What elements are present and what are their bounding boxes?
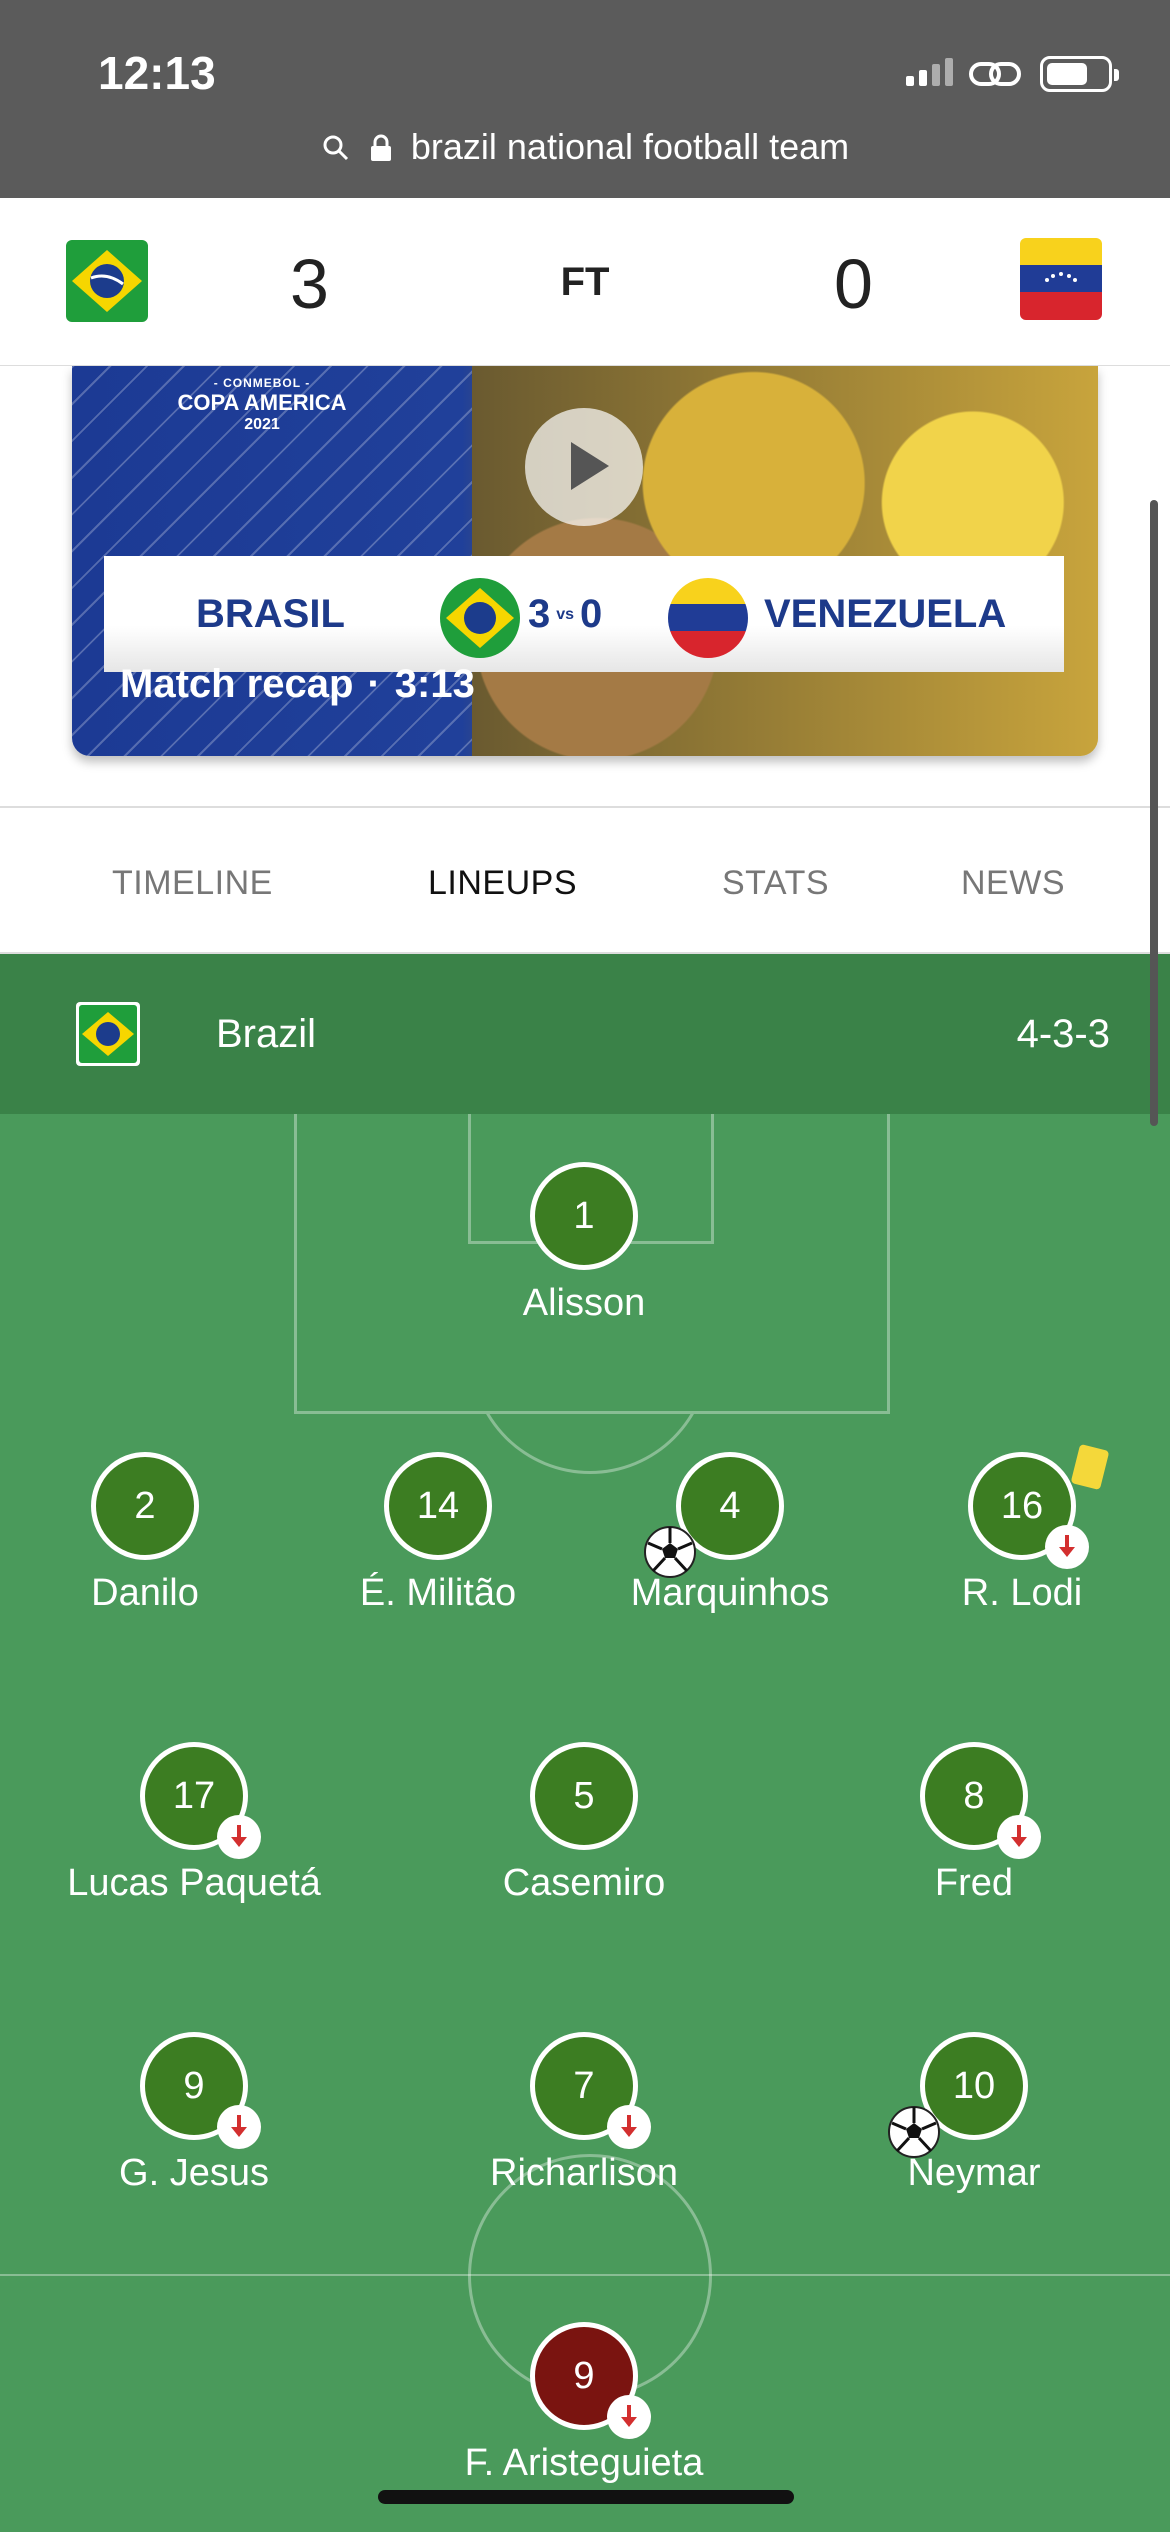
player-number: 8: [920, 1742, 1041, 1859]
player-number: 16: [968, 1443, 1110, 1569]
player-number: 5: [530, 1742, 638, 1850]
player-number: 9: [140, 2032, 261, 2149]
substitution-out-icon: [1045, 1525, 1089, 1569]
substitution-out-icon: [217, 2105, 261, 2149]
player-name: Alisson: [522, 1282, 646, 1324]
tab-stats[interactable]: STATS: [722, 864, 829, 903]
player-number: 14: [384, 1452, 492, 1560]
player-number: 7: [530, 2032, 651, 2149]
goal-ball-icon: [644, 1526, 696, 1578]
player-number: 9: [530, 2322, 651, 2439]
match-recap-video[interactable]: - CONMEBOL - COPA AMERICA 2021 BRASIL 3v…: [72, 366, 1098, 756]
tab-lineups[interactable]: LINEUPS: [428, 864, 577, 903]
venezuela-flag-icon[interactable]: [1020, 238, 1102, 320]
home-indicator[interactable]: [378, 2490, 794, 2504]
play-icon[interactable]: [525, 408, 643, 526]
banner-venezuela-flag-icon: [668, 578, 748, 658]
player-defender[interactable]: 16 R. Lodi: [832, 1443, 1170, 1615]
video-duration: 3:13: [394, 662, 475, 706]
substitution-out-icon: [607, 2105, 651, 2149]
banner-brazil-flag-icon: [440, 578, 520, 658]
video-section: - CONMEBOL - COPA AMERICA 2021 BRASIL 3v…: [0, 366, 1170, 806]
player-number: 10: [888, 2032, 1028, 2158]
player-number: 4: [644, 1452, 784, 1578]
banner-score: 3 vs 0: [528, 592, 603, 636]
browser-top-bar: 12:13 brazil national football team: [0, 0, 1170, 198]
lineup-pitch: 1 Alisson 2 Danilo 14 É. Militão 4 Marqu…: [0, 1114, 1170, 2532]
score-header: 3 FT 0: [0, 198, 1170, 366]
player-forward[interactable]: 7 Richarlison: [394, 2032, 774, 2195]
status-time: 12:13: [98, 47, 216, 99]
player-number: 2: [91, 1452, 199, 1560]
player-name: F. Aristeguieta: [464, 2442, 704, 2484]
lock-icon: [370, 134, 391, 161]
player-name: Fred: [934, 1862, 1014, 1904]
tab-timeline[interactable]: TIMELINE: [112, 864, 273, 903]
match-tabs: TIMELINE LINEUPS STATS NEWS: [0, 806, 1170, 954]
url-text: brazil national football team: [410, 126, 850, 167]
copa-america-logo: - CONMEBOL - COPA AMERICA 2021: [177, 376, 347, 433]
player-name: Richarlison: [490, 2152, 678, 2194]
player-number: 17: [140, 1742, 261, 1859]
link-icon: [969, 62, 1021, 86]
battery-icon: [1040, 56, 1119, 92]
player-name: Neymar: [907, 2152, 1041, 2194]
player-number: 1: [530, 1162, 638, 1270]
video-caption: Match recap · 3:13: [120, 662, 475, 706]
player-forward[interactable]: 10 Neymar: [784, 2032, 1164, 2195]
player-midfielder[interactable]: 8 Fred: [784, 1742, 1164, 1905]
score-banner: BRASIL 3 vs 0 VENEZUELA: [104, 556, 1064, 672]
team-formation: 4-3-3: [1016, 1012, 1110, 1056]
substitution-out-icon: [217, 1815, 261, 1859]
scrollbar[interactable]: [1150, 500, 1158, 1126]
address-bar[interactable]: brazil national football team: [0, 126, 1170, 168]
yellow-card-icon: [1070, 1443, 1110, 1491]
player-name: R. Lodi: [961, 1572, 1083, 1614]
banner-away-team: VENEZUELA: [764, 592, 1007, 636]
signal-icon: [906, 58, 953, 86]
goal-ball-icon: [888, 2106, 940, 2158]
player-name: Lucas Paquetá: [67, 1862, 321, 1904]
player-midfielder[interactable]: 5 Casemiro: [394, 1742, 774, 1905]
opponent-player[interactable]: 9 F. Aristeguieta: [394, 2322, 774, 2485]
player-goalkeeper[interactable]: 1 Alisson: [394, 1162, 774, 1325]
banner-home-team: BRASIL: [196, 592, 345, 636]
player-midfielder[interactable]: 17 Lucas Paquetá: [4, 1742, 384, 1905]
player-forward[interactable]: 9 G. Jesus: [4, 2032, 384, 2195]
player-name: G. Jesus: [119, 2152, 269, 2194]
team-name: Brazil: [216, 1012, 317, 1056]
brazil-flag-icon: [76, 1002, 140, 1066]
substitution-out-icon: [997, 1815, 1041, 1859]
tab-news[interactable]: NEWS: [961, 864, 1065, 903]
team-header: Brazil 4-3-3: [0, 954, 1170, 1114]
player-name: Casemiro: [502, 1862, 666, 1904]
match-status: FT: [560, 260, 610, 304]
search-icon: [323, 135, 348, 161]
away-score: 0: [834, 245, 873, 323]
substitution-out-icon: [607, 2395, 651, 2439]
